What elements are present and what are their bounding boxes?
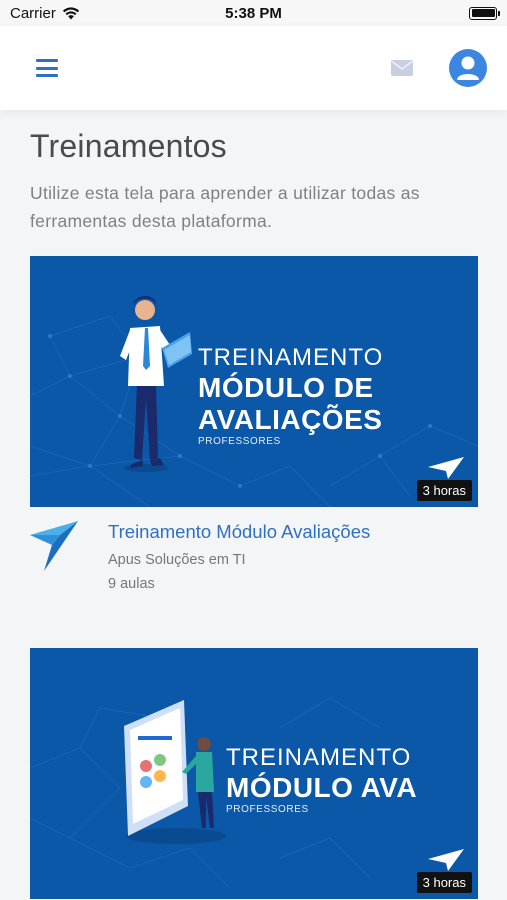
carrier-label: Carrier <box>10 4 56 22</box>
banner-audience: PROFESSORES <box>226 804 309 815</box>
main-content: Treinamentos Utilize esta tela para apre… <box>30 110 478 899</box>
tablet-illustration <box>124 700 226 844</box>
duration-badge: 3 horas <box>416 480 472 501</box>
app-header <box>0 26 507 110</box>
person-icon <box>457 56 479 80</box>
mail-icon[interactable] <box>391 60 413 76</box>
wifi-icon <box>62 6 79 19</box>
status-left: Carrier <box>10 5 80 22</box>
course-title-link[interactable]: Treinamento Módulo Avaliações <box>108 521 370 543</box>
page-subtitle: Utilize esta tela para aprender a utiliz… <box>30 183 420 231</box>
status-bar: Carrier 5:38 PM <box>0 0 507 26</box>
course-card: TREINAMENTO MÓDULO DE AVALIAÇÕES PROFESS… <box>30 256 478 592</box>
page-title: Treinamentos <box>30 128 227 164</box>
user-avatar-icon[interactable] <box>449 49 487 87</box>
course-meta: Treinamento Módulo Avaliações Apus Soluç… <box>108 521 370 592</box>
course-banner[interactable]: TREINAMENTO MÓDULO AVA PROFESSORES 3 hor… <box>30 648 478 899</box>
brand-bird-icon <box>428 849 464 871</box>
battery-icon <box>469 6 500 20</box>
banner-heading: TREINAMENTO <box>198 344 384 371</box>
course-card: TREINAMENTO MÓDULO AVA PROFESSORES 3 hor… <box>30 648 478 899</box>
header-actions <box>391 49 487 87</box>
course-lessons-count: 9 aulas <box>108 576 155 592</box>
course-info: Treinamento Módulo Avaliações Apus Soluç… <box>30 521 478 592</box>
company-logo-icon <box>30 521 78 571</box>
banner-title-line-2: AVALIAÇÕES <box>198 404 383 435</box>
banner-title-line-1: MÓDULO DE <box>198 372 374 403</box>
hamburger-menu-icon[interactable] <box>36 59 58 77</box>
banner-heading: TREINAMENTO <box>226 744 412 771</box>
banner-text: TREINAMENTO MÓDULO AVA PROFESSORES <box>226 744 417 815</box>
course-author: Apus Soluções em TI <box>108 552 246 568</box>
course-banner[interactable]: TREINAMENTO MÓDULO DE AVALIAÇÕES PROFESS… <box>30 256 478 507</box>
banner-title-line-1: MÓDULO AVA <box>226 772 418 803</box>
brand-bird-icon <box>428 457 464 479</box>
banner-text: TREINAMENTO MÓDULO DE AVALIAÇÕES PROFESS… <box>198 344 383 447</box>
banner-audience: PROFESSORES <box>198 436 281 447</box>
duration-badge: 3 horas <box>416 872 472 893</box>
person-illustration <box>120 296 192 472</box>
